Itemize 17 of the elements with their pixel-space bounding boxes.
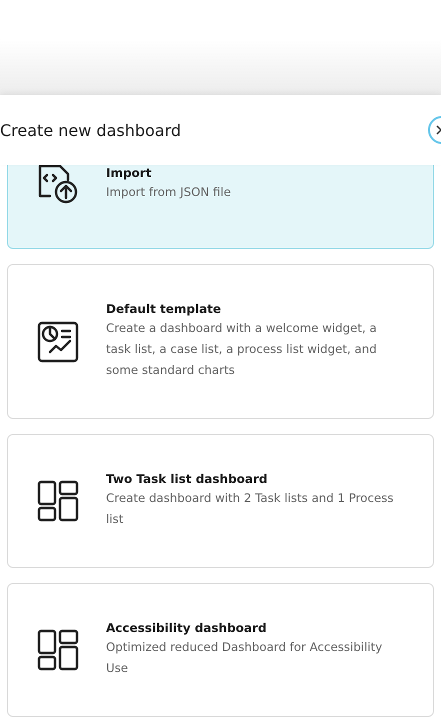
template-title: Default template [106,302,222,316]
template-description: Import from JSON file [106,184,231,200]
template-description: Create dashboard with 2 Task lists and 1 Process list [106,490,395,528]
template-card[interactable]: Two Task list dashboard Create dashboard with 2 Task lists and 1 Process list [7,434,434,568]
template-card[interactable]: Default template Create a dashboard with a welcome widget, a task list, a case list, a process list widget, and some standard charts [7,264,434,419]
template-title: Two Task list dashboard [106,472,269,486]
template-description: Create a dashboard with a welcome widget, a task list, a case list, a process list widget, and some standard charts [106,320,378,379]
template-description: Optimized reduced Dashboard for Accessibility Use [106,639,384,677]
layout-grid-icon [36,628,80,672]
dialog-title: Create new dashboard [0,120,182,140]
file-upload-icon [36,165,80,206]
chart-report-icon [36,320,80,364]
layout-grid-icon [36,479,80,523]
template-title: Import [106,166,152,180]
template-title: Accessibility dashboard [106,621,268,635]
template-card[interactable]: Import Import from JSON file [7,165,434,249]
template-card[interactable]: Accessibility dashboard Optimized reduced Dashboard for Accessibility Use [7,583,434,717]
